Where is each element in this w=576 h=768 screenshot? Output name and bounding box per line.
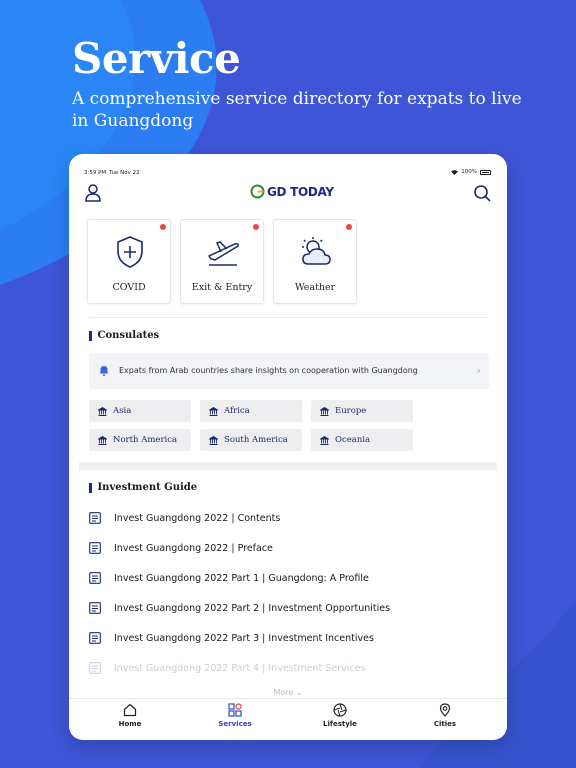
section-divider <box>89 317 489 318</box>
status-date: Tue Nov 22 <box>109 170 140 176</box>
bottom-tab-bar: Home Services Lifestyle Cities <box>69 698 507 740</box>
status-time: 3:59 PM <box>84 170 107 176</box>
shield-plus-icon <box>117 236 143 268</box>
guide-item[interactable]: Invest Guangdong 2022 | Preface <box>89 538 273 558</box>
region-label: South America <box>224 435 288 445</box>
document-icon <box>89 602 101 614</box>
logo-text: GD TODAY <box>267 184 334 199</box>
app-bar: GD TODAY <box>69 180 507 210</box>
more-button[interactable]: More ⌄ <box>79 688 497 697</box>
guide-item[interactable]: Invest Guangdong 2022 Part 4 | Investmen… <box>89 658 365 678</box>
document-icon <box>89 662 101 674</box>
services-grid-icon <box>228 703 242 717</box>
guide-item-label: Invest Guangdong 2022 Part 2 | Investmen… <box>114 602 391 614</box>
region-north-america[interactable]: North America <box>89 429 191 451</box>
guide-item-label: Invest Guangdong 2022 | Preface <box>114 542 273 554</box>
tab-label: Cities <box>433 720 457 728</box>
chevron-down-icon: ⌄ <box>295 688 303 697</box>
document-icon <box>89 542 101 554</box>
building-icon <box>98 406 107 416</box>
aperture-icon <box>333 703 347 717</box>
battery-percent: 100% <box>461 169 477 175</box>
cloud-sun-icon <box>302 237 331 265</box>
guide-item[interactable]: Invest Guangdong 2022 Part 3 | Investmen… <box>89 628 374 648</box>
region-label: Europe <box>335 406 367 416</box>
guide-item-label: Invest Guangdong 2022 Part 1 | Guangdong… <box>114 572 369 584</box>
region-label: North America <box>113 435 178 445</box>
building-icon <box>209 435 218 445</box>
notification-dot <box>346 224 352 230</box>
document-icon <box>89 572 101 584</box>
service-covid[interactable]: COVID <box>87 219 171 304</box>
tab-label: Lifestyle <box>323 720 357 728</box>
region-europe[interactable]: Europe <box>311 400 413 422</box>
services-card: COVID Exit & Entry Weather Consulates Ex… <box>79 214 497 462</box>
building-icon <box>98 435 107 445</box>
investment-guide-card: Investment Guide Invest Guangdong 2022 |… <box>79 470 497 698</box>
notification-dot <box>160 224 166 230</box>
region-south-america[interactable]: South America <box>200 429 302 451</box>
tab-home[interactable]: Home <box>100 703 160 728</box>
user-icon[interactable] <box>85 184 101 202</box>
battery-icon <box>480 169 491 175</box>
guide-item[interactable]: Invest Guangdong 2022 Part 2 | Investmen… <box>89 598 390 618</box>
consulate-notice[interactable]: Expats from Arab countries share insight… <box>89 353 489 389</box>
guide-item-label: Invest Guangdong 2022 Part 3 | Investmen… <box>114 632 374 644</box>
status-indicators: 100% <box>451 169 491 175</box>
notification-dot <box>253 224 259 230</box>
tab-label: Services <box>218 720 252 728</box>
guide-item-label: Invest Guangdong 2022 | Contents <box>114 512 281 524</box>
region-africa[interactable]: Africa <box>200 400 302 422</box>
title-accent-bar <box>89 482 92 493</box>
region-label: Asia <box>113 406 132 416</box>
consulates-title-text: Consulates <box>97 330 160 341</box>
service-label: Weather <box>294 282 336 293</box>
region-label: Africa <box>224 406 250 416</box>
search-icon[interactable] <box>473 184 491 202</box>
region-label: Oceania <box>335 435 371 445</box>
wifi-icon <box>451 169 459 175</box>
bell-icon <box>99 366 109 376</box>
document-icon <box>89 512 101 524</box>
consulates-title: Consulates <box>89 330 159 341</box>
tab-services[interactable]: Services <box>205 703 265 728</box>
hero-subtitle: A comprehensive service directory for ex… <box>72 89 522 131</box>
home-icon <box>123 703 137 717</box>
guide-item-label: Invest Guangdong 2022 Part 4 | Investmen… <box>114 662 366 674</box>
building-icon <box>209 406 218 416</box>
investment-guide-title-text: Investment Guide <box>97 482 198 493</box>
tab-cities[interactable]: Cities <box>415 703 475 728</box>
service-label: Exit & Entry <box>191 282 253 293</box>
tablet-screen: 3:59 PM Tue Nov 22 100% GD TODAY COVID E… <box>69 154 507 740</box>
tab-lifestyle[interactable]: Lifestyle <box>310 703 370 728</box>
service-weather[interactable]: Weather <box>273 219 357 304</box>
region-asia[interactable]: Asia <box>89 400 191 422</box>
gd-today-logo: GD TODAY <box>250 184 334 199</box>
guide-item[interactable]: Invest Guangdong 2022 | Contents <box>89 508 280 528</box>
title-accent-bar <box>89 330 92 341</box>
logo-mark-icon <box>250 184 265 199</box>
airplane-icon <box>207 241 239 266</box>
status-bar: 3:59 PM Tue Nov 22 100% <box>69 154 507 176</box>
building-icon <box>320 406 329 416</box>
tab-label: Home <box>118 720 142 728</box>
service-exit-entry[interactable]: Exit & Entry <box>180 219 264 304</box>
chevron-right-icon: › <box>476 364 481 377</box>
document-icon <box>89 632 101 644</box>
notice-text: Expats from Arab countries share insight… <box>119 366 418 375</box>
hero-title: Service <box>72 34 241 83</box>
region-oceania[interactable]: Oceania <box>311 429 413 451</box>
location-pin-icon <box>439 703 451 717</box>
guide-item[interactable]: Invest Guangdong 2022 Part 1 | Guangdong… <box>89 568 369 588</box>
investment-guide-title: Investment Guide <box>89 482 197 493</box>
building-icon <box>320 435 329 445</box>
more-label: More <box>273 688 294 697</box>
service-label: COVID <box>112 282 146 293</box>
content-scroll[interactable]: COVID Exit & Entry Weather Consulates Ex… <box>79 214 497 698</box>
